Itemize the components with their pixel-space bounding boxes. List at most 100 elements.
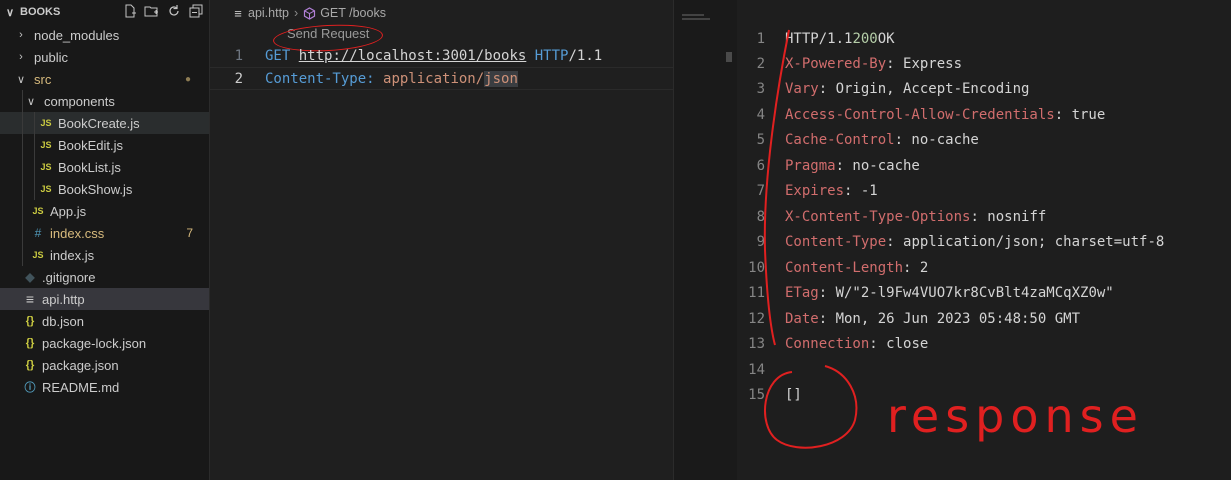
header-val: : 2 xyxy=(903,259,929,276)
tree-item-gitignore[interactable]: ◆ .gitignore xyxy=(0,266,209,288)
breadcrumb-symbol[interactable]: GET /books xyxy=(320,6,386,20)
header-val: : application/json; charset=utf-8 xyxy=(886,233,1165,250)
tree-item-label: db.json xyxy=(42,313,84,329)
line-number: 10 xyxy=(748,259,765,276)
tree-item-label: index.css xyxy=(50,225,105,241)
indent-guide xyxy=(22,156,23,178)
header-key: Content-Length xyxy=(785,259,904,276)
indent-guide xyxy=(22,244,23,266)
explorer-sidebar: ∨ BOOKS › node_modules › public ∨ src ● xyxy=(0,0,210,480)
header-val: : Origin, Accept-Encoding xyxy=(818,80,1030,97)
minimap-line xyxy=(682,18,710,20)
tree-item-components[interactable]: ∨ components xyxy=(0,90,209,112)
header-key: Vary xyxy=(785,80,819,97)
code-line-current: 2 Content-Type: application/json xyxy=(210,67,673,90)
response-line: 8 X-Content-Type-Options: nosniff xyxy=(737,204,1047,229)
http-file-icon: ≡ xyxy=(25,291,35,307)
tree-item-label: BookEdit.js xyxy=(58,137,124,153)
response-body: [] xyxy=(785,386,802,403)
http-version-keyword: HTTP xyxy=(534,47,569,64)
tree-item-bookcreate[interactable]: JS BookCreate.js xyxy=(0,112,209,134)
http-version-number: /1.1 xyxy=(568,47,603,64)
line-number: 14 xyxy=(748,361,765,378)
response-line: 4 Access-Control-Allow-Credentials: true xyxy=(737,102,1106,127)
header-key: Expires xyxy=(785,182,845,199)
status-text: OK xyxy=(877,30,895,47)
line-number: 6 xyxy=(756,157,765,174)
chevron-down-icon: ∨ xyxy=(6,6,15,19)
header-key: Content-Type xyxy=(785,233,887,250)
line-number: 1 xyxy=(234,47,243,64)
response-line: 11 ETag: W/"2-l9Fw4VUO7kr8CvBlt4zaMCqXZ0… xyxy=(737,280,1114,305)
info-icon: ⓘ xyxy=(24,382,36,394)
response-line: 1 HTTP/1.1 200 OK xyxy=(737,26,895,51)
json-file-icon: {} xyxy=(25,315,35,327)
tree-item-package-json[interactable]: {} package.json xyxy=(0,354,209,376)
tree-item-label: api.http xyxy=(42,291,85,307)
tree-item-readme[interactable]: ⓘ README.md xyxy=(0,376,209,398)
header-val: : no-cache xyxy=(835,157,920,174)
header-key: Access-Control-Allow-Credentials xyxy=(785,106,1055,123)
request-url[interactable]: http://localhost:3001/books xyxy=(299,48,527,64)
refresh-icon[interactable] xyxy=(166,3,181,18)
new-folder-icon[interactable] xyxy=(144,3,159,18)
indent-guide xyxy=(22,134,23,156)
tree-item-label: package.json xyxy=(42,357,119,373)
breadcrumb-file[interactable]: api.http xyxy=(248,6,289,20)
tree-item-api-http[interactable]: ≡ api.http xyxy=(0,288,209,310)
line-number: 5 xyxy=(756,131,765,148)
indent-guide xyxy=(34,112,35,134)
line-number: 7 xyxy=(756,182,765,199)
indent-guide xyxy=(22,178,23,200)
scrollbar-thumb[interactable] xyxy=(726,52,732,62)
header-val: : true xyxy=(1054,106,1106,123)
collapse-all-icon[interactable] xyxy=(188,3,203,18)
javascript-file-icon: JS xyxy=(32,206,44,216)
line-number: 3 xyxy=(756,80,765,97)
header-val: : no-cache xyxy=(894,131,979,148)
line-number: 12 xyxy=(748,310,765,327)
tree-item-public[interactable]: › public xyxy=(0,46,209,68)
tree-item-index-js[interactable]: JS index.js xyxy=(0,244,209,266)
tree-item-label: README.md xyxy=(42,379,120,395)
header-val: : Mon, 26 Jun 2023 05:48:50 GMT xyxy=(818,310,1081,327)
explorer-header[interactable]: ∨ BOOKS xyxy=(0,0,209,24)
tree-item-app[interactable]: JS App.js xyxy=(0,200,209,222)
code-area[interactable]: 1 GET http://localhost:3001/books HTTP/1… xyxy=(210,44,673,90)
tree-item-src[interactable]: ∨ src ● xyxy=(0,68,209,90)
response-line: 5 Cache-Control: no-cache xyxy=(737,127,979,152)
header-key: Date xyxy=(785,310,819,327)
header-value-highlight: json xyxy=(484,70,518,87)
http-file-icon: ≡ xyxy=(234,5,242,21)
tree-item-label: index.js xyxy=(50,247,95,263)
code-line: 1 GET http://localhost:3001/books HTTP/1… xyxy=(210,44,673,67)
new-file-icon[interactable] xyxy=(122,3,137,18)
header-val: : close xyxy=(869,335,929,352)
tree-item-booklist[interactable]: JS BookList.js xyxy=(0,156,209,178)
tree-item-index-css[interactable]: # index.css 7 xyxy=(0,222,209,244)
response-line: 6 Pragma: no-cache xyxy=(737,153,920,178)
minimap[interactable] xyxy=(673,0,737,480)
header-value: application/ xyxy=(383,70,485,87)
css-file-icon: # xyxy=(34,226,42,240)
tree-item-label: components xyxy=(44,93,115,109)
tree-item-node-modules[interactable]: › node_modules xyxy=(0,24,209,46)
header-key: ETag xyxy=(785,284,819,301)
symbol-icon xyxy=(303,6,316,20)
tree-item-bookshow[interactable]: JS BookShow.js xyxy=(0,178,209,200)
indent-guide xyxy=(22,112,23,134)
response-pane[interactable]: 1 HTTP/1.1 200 OK 2 X-Powered-By: Expres… xyxy=(737,0,1231,480)
tree-item-label: .gitignore xyxy=(42,269,96,285)
javascript-file-icon: JS xyxy=(40,162,52,172)
modified-dot-icon: ● xyxy=(184,73,191,85)
header-key: Connection xyxy=(785,335,870,352)
tree-item-package-lock[interactable]: {} package-lock.json xyxy=(0,332,209,354)
header-name: Content-Type: xyxy=(265,70,375,87)
git-file-icon: ◆ xyxy=(25,270,35,284)
tree-item-db-json[interactable]: {} db.json xyxy=(0,310,209,332)
tree-item-label: BookCreate.js xyxy=(58,115,140,131)
response-line: 9 Content-Type: application/json; charse… xyxy=(737,229,1165,254)
tree-item-bookedit[interactable]: JS BookEdit.js xyxy=(0,134,209,156)
status-protocol: HTTP/1.1 xyxy=(785,30,853,47)
tree-item-label: App.js xyxy=(50,203,87,219)
